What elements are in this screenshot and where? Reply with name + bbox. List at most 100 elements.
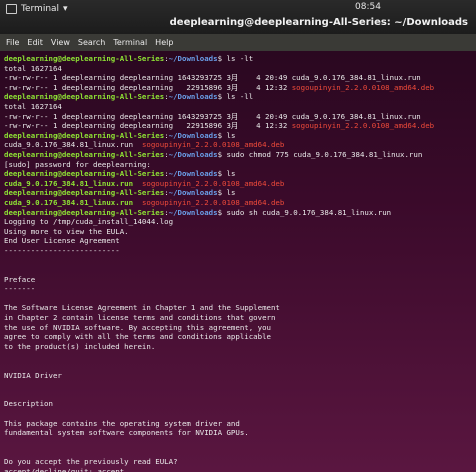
terminal-line: deeplearning@deeplearning-All-Series:~/D… — [4, 188, 476, 198]
terminal-line: agree to comply with all the terms and c… — [4, 332, 476, 342]
clock[interactable]: 08:54 — [355, 2, 381, 12]
line-text: -rw-rw-r-- 1 deeplearning deeplearning 2… — [4, 121, 292, 131]
terminal-line: deeplearning@deeplearning-All-Series:~/D… — [4, 54, 476, 64]
prompt-path: ~/Downloads — [168, 92, 218, 102]
line-text: -rw-rw-r-- 1 deeplearning deeplearning 2… — [4, 82, 292, 92]
line-text: The Software License Agreement in Chapte… — [4, 303, 280, 313]
terminal-line: cuda_9.0.176_384.81_linux.run sogoupinyi… — [4, 140, 476, 150]
command-text: $ ls — [217, 188, 236, 198]
line-text: Description — [4, 399, 53, 409]
menu-terminal[interactable]: Terminal — [113, 38, 147, 47]
line-text: ------- — [4, 284, 36, 294]
menu-search[interactable]: Search — [78, 38, 105, 47]
terminal-line: Preface — [4, 275, 476, 285]
terminal-line: Using more to view the EULA. — [4, 227, 476, 237]
terminal-output[interactable]: deeplearning@deeplearning-All-Series:~/D… — [0, 51, 476, 472]
file-name: cuda_9.0.176_384.81_linux.run — [4, 178, 134, 188]
prompt-user: deeplearning@deeplearning-All-Series — [4, 92, 165, 102]
menu-file[interactable]: File — [6, 38, 19, 47]
line-text: Preface — [4, 274, 36, 284]
line-text: accept/decline/quit: accept — [4, 466, 125, 472]
menu-help[interactable]: Help — [155, 38, 173, 47]
terminal-line: in Chapter 2 contain license terms and c… — [4, 313, 476, 323]
terminal-line: -rw-rw-r-- 1 deeplearning deeplearning 2… — [4, 83, 476, 93]
prompt-user: deeplearning@deeplearning-All-Series — [4, 149, 165, 159]
terminal-line: -rw-rw-r-- 1 deeplearning deeplearning 1… — [4, 73, 476, 83]
terminal-line: cuda_9.0.176_384.81_linux.run sogoupinyi… — [4, 179, 476, 189]
terminal-line: cuda_9.0.176_384.81_linux.run sogoupinyi… — [4, 198, 476, 208]
line-text: cuda_9.0.176_384.81_linux.run — [4, 140, 142, 150]
line-text: [sudo] password for deeplearning: — [4, 159, 151, 169]
file-name: cuda_9.0.176_384.81_linux.run — [4, 197, 134, 207]
terminal-line: accept/decline/quit: accept — [4, 467, 476, 472]
prompt-path: ~/Downloads — [168, 207, 218, 217]
top-panel: Terminal ▾ 08:54 deeplearning@deeplearni… — [0, 0, 476, 34]
terminal-line: deeplearning@deeplearning-All-Series:~/D… — [4, 150, 476, 160]
window-title: deeplearning@deeplearning-All-Series: ~/… — [169, 17, 468, 28]
line-text: agree to comply with all the terms and c… — [4, 332, 271, 342]
line-text: -------------------------- — [4, 245, 120, 255]
terminal-line: The Software License Agreement in Chapte… — [4, 303, 476, 313]
chevron-down-icon: ▾ — [63, 4, 68, 14]
line-text: fundamental system software components f… — [4, 428, 249, 438]
terminal-line: Do you accept the previously read EULA? — [4, 457, 476, 467]
line-text: to the product(s) included herein. — [4, 341, 156, 351]
prompt-user: deeplearning@deeplearning-All-Series — [4, 54, 165, 63]
menu-view[interactable]: View — [51, 38, 70, 47]
terminal-line: total 1627164 — [4, 102, 476, 112]
terminal-line: -------------------------- — [4, 246, 476, 256]
line-text: the use of NVIDIA software. By accepting… — [4, 322, 271, 332]
terminal-line: deeplearning@deeplearning-All-Series:~/D… — [4, 208, 476, 218]
terminal-line: Logging to /tmp/cuda_install_14044.log — [4, 217, 476, 227]
terminal-line: deeplearning@deeplearning-All-Series:~/D… — [4, 131, 476, 141]
line-text: NVIDIA Driver — [4, 370, 62, 380]
line-text: -rw-rw-r-- 1 deeplearning deeplearning 1… — [4, 73, 421, 83]
command-text: $ ls -ll — [217, 92, 254, 102]
line-text: -rw-rw-r-- 1 deeplearning deeplearning 1… — [4, 111, 421, 121]
terminal-line: the use of NVIDIA software. By accepting… — [4, 323, 476, 333]
terminal-line: ------- — [4, 284, 476, 294]
file-name: sogoupinyin_2.2.0.0108_amd64.deb — [133, 197, 285, 207]
terminal-line: -rw-rw-r-- 1 deeplearning deeplearning 2… — [4, 121, 476, 131]
command-text: $ ls — [217, 130, 236, 140]
terminal-line: End User License Agreement — [4, 236, 476, 246]
menu-edit[interactable]: Edit — [27, 38, 43, 47]
terminal-line: total 1627164 — [4, 64, 476, 74]
terminal-line: NVIDIA Driver — [4, 371, 476, 381]
terminal-app-icon — [6, 4, 17, 14]
prompt-user: deeplearning@deeplearning-All-Series — [4, 169, 165, 179]
prompt-path: ~/Downloads — [168, 130, 218, 140]
line-text: Logging to /tmp/cuda_install_14044.log — [4, 217, 174, 227]
line-text: This package contains the operating syst… — [4, 418, 240, 428]
line-text: total 1627164 — [4, 63, 62, 73]
file-name: sogoupinyin_2.2.0.0108_amd64.deb — [291, 82, 435, 92]
prompt-path: ~/Downloads — [168, 54, 218, 63]
command-text: $ sudo sh cuda_9.0.176_384.81_linux.run — [217, 207, 392, 217]
prompt-user: deeplearning@deeplearning-All-Series — [4, 188, 165, 198]
terminal-line: to the product(s) included herein. — [4, 342, 476, 352]
terminal-line: deeplearning@deeplearning-All-Series:~/D… — [4, 92, 476, 102]
command-text: $ ls — [217, 169, 236, 179]
terminal-line: deeplearning@deeplearning-All-Series:~/D… — [4, 169, 476, 179]
file-name: sogoupinyin_2.2.0.0108_amd64.deb — [291, 121, 435, 131]
prompt-user: deeplearning@deeplearning-All-Series — [4, 130, 165, 140]
menu-bar: File Edit View Search Terminal Help — [0, 34, 476, 51]
app-menu[interactable]: Terminal ▾ — [6, 4, 68, 14]
terminal-line: -rw-rw-r-- 1 deeplearning deeplearning 1… — [4, 112, 476, 122]
line-text: Do you accept the previously read EULA? — [4, 456, 178, 466]
file-name: sogoupinyin_2.2.0.0108_amd64.deb — [133, 178, 285, 188]
terminal-line: fundamental system software components f… — [4, 428, 476, 438]
line-text: End User License Agreement — [4, 236, 120, 246]
command-text: $ ls -lt — [217, 54, 254, 63]
file-name: sogoupinyin_2.2.0.0108_amd64.deb — [141, 140, 285, 150]
terminal-line: This package contains the operating syst… — [4, 419, 476, 429]
